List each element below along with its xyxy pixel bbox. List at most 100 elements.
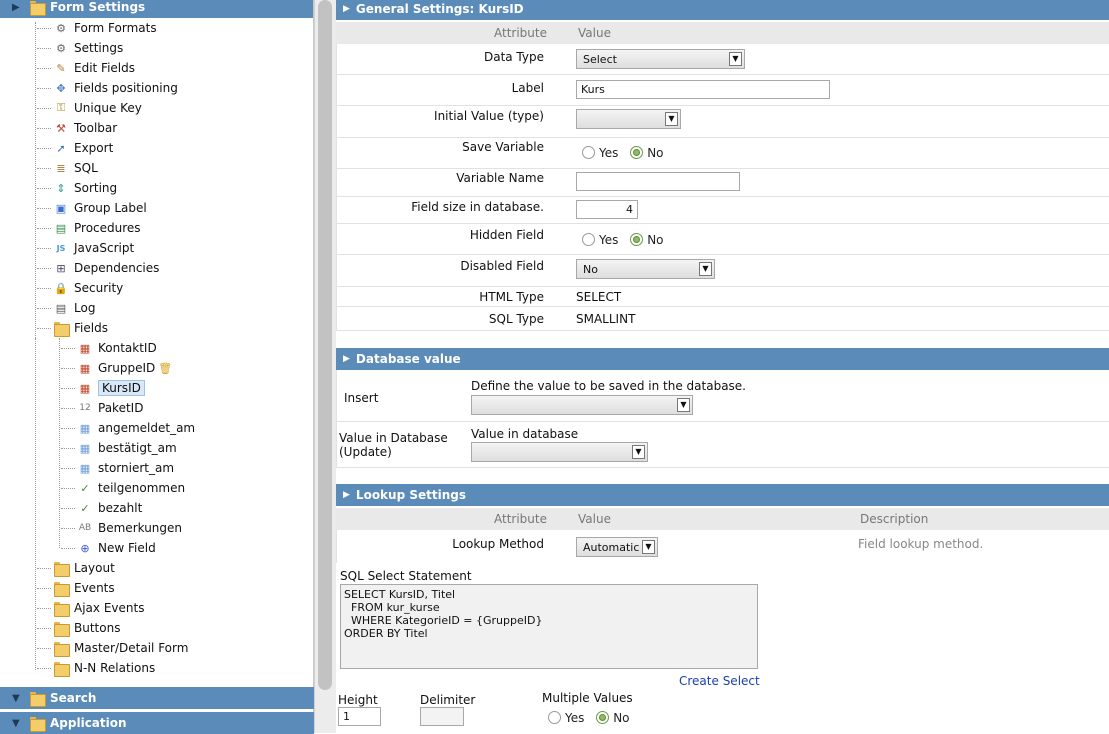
- tree-item[interactable]: ⚙ Settings: [54, 38, 123, 58]
- height-input[interactable]: 1: [338, 707, 381, 726]
- variable-name-input[interactable]: [576, 172, 740, 191]
- tree-item[interactable]: ⊕ New Field: [78, 538, 155, 558]
- tree-item[interactable]: ▦ GruppeID 🗑: [78, 358, 172, 378]
- data-type-select[interactable]: Select ▼: [576, 49, 745, 69]
- tree-item[interactable]: AB Bemerkungen: [78, 518, 182, 538]
- tree-item[interactable]: N-N Relations: [54, 658, 155, 678]
- folder-icon: [54, 561, 70, 577]
- collapse-triangle-icon: ▼: [12, 717, 20, 729]
- tree-item[interactable]: ✓ bezahlt: [78, 498, 142, 518]
- tree-item[interactable]: ▦ angemeldet_am: [78, 418, 195, 438]
- tree-item[interactable]: ⚒ Toolbar: [54, 118, 117, 138]
- tree-item[interactable]: Ajax Events: [54, 598, 144, 618]
- insert-select[interactable]: ▼: [471, 395, 693, 415]
- tree-item[interactable]: 12 PaketID: [78, 398, 143, 418]
- tree-item[interactable]: Events: [54, 578, 115, 598]
- folder-icon: [54, 601, 70, 617]
- tree-item[interactable]: JS JavaScript: [54, 238, 135, 258]
- scrollbar-thumb[interactable]: [318, 0, 332, 690]
- tree-item[interactable]: ⚿ Unique Key: [54, 98, 142, 118]
- tree-item-label: Dependencies: [74, 261, 160, 275]
- attr-label: Initial Value (type): [434, 109, 544, 123]
- tree-item[interactable]: ▣ Group Label: [54, 198, 147, 218]
- tree-item-label: Toolbar: [74, 121, 118, 135]
- row-disabled-field: Disabled Field No ▼: [336, 255, 1109, 287]
- tree-item[interactable]: ▤ Procedures: [54, 218, 141, 238]
- tree-item[interactable]: ✥ Fields positioning: [54, 78, 178, 98]
- tree-item[interactable]: Buttons: [54, 618, 120, 638]
- lookup-method-description: Field lookup method.: [858, 537, 984, 551]
- row-insert: Insert Define the value to be saved in t…: [336, 370, 1109, 422]
- section-header-lookup[interactable]: ▶ Lookup Settings: [336, 484, 1109, 506]
- sql-select-textarea[interactable]: SELECT KursID, Titel FROM kur_kurse WHER…: [340, 584, 758, 669]
- field-size-input[interactable]: 4: [576, 200, 638, 219]
- tree-item-label: angemeldet_am: [98, 421, 196, 435]
- tree-item[interactable]: ≣ SQL: [54, 158, 97, 178]
- tree-item-label: Ajax Events: [74, 601, 145, 615]
- tree-item[interactable]: ▤ Log: [54, 298, 96, 318]
- tree-item-label: JavaScript: [74, 241, 135, 255]
- tree-item[interactable]: ✓ teilgenommen: [78, 478, 185, 498]
- row-variable-name: Variable Name: [336, 169, 1109, 197]
- tree-header-application[interactable]: ▼ Application: [0, 712, 314, 734]
- tree-item[interactable]: ▦ storniert_am: [78, 458, 174, 478]
- tree-item[interactable]: ⊞ Dependencies: [54, 258, 159, 278]
- tree-item-label: Fields positioning: [74, 81, 178, 95]
- tree-panel: ▶ Form Settings ⚙ Form Formats ⚙ Settings ✎ E…: [0, 0, 314, 733]
- section-header-database-value[interactable]: ▶ Database value: [336, 348, 1109, 370]
- dropdown-arrow-icon: ▼: [642, 540, 655, 554]
- tree-item[interactable]: Layout: [54, 558, 115, 578]
- tree-item[interactable]: Master/Detail Form: [54, 638, 188, 658]
- sql-icon: ≣: [56, 161, 66, 175]
- attr-label: HTML Type: [479, 290, 544, 304]
- tree-item[interactable]: ➚ Export: [54, 138, 113, 158]
- update-select[interactable]: ▼: [471, 442, 648, 462]
- insert-description: Define the value to be saved in the data…: [471, 379, 746, 393]
- multiple-values-no-radio[interactable]: [596, 711, 610, 724]
- initial-value-select[interactable]: ▼: [576, 109, 681, 129]
- disabled-field-select[interactable]: No ▼: [576, 259, 715, 279]
- row-value-update: Value in Database (Update) Value in data…: [336, 422, 1109, 468]
- number-field-icon: 12: [79, 403, 91, 413]
- hidden-field-yes-radio[interactable]: [582, 233, 595, 246]
- hidden-field-no-radio[interactable]: [630, 233, 644, 246]
- delimiter-input[interactable]: [420, 707, 464, 726]
- tree-item[interactable]: Fields: [54, 318, 108, 338]
- lookup-method-select[interactable]: Automatic ▼: [576, 537, 658, 557]
- radio-label: Yes: [565, 710, 585, 725]
- tree-item[interactable]: ⚙ Form Formats: [54, 18, 157, 38]
- tree-item-label: N-N Relations: [74, 661, 156, 675]
- height-label: Height: [338, 693, 378, 707]
- expand-triangle-icon: ▶: [343, 490, 350, 500]
- expand-triangle-icon: ▶: [343, 354, 350, 364]
- label-input[interactable]: Kurs: [576, 80, 830, 99]
- row-save-variable: Save Variable Yes No: [336, 138, 1109, 169]
- delete-icon[interactable]: 🗑: [158, 362, 172, 375]
- attr-label: Hidden Field: [469, 228, 544, 242]
- tree-header-form-settings[interactable]: ▶ Form Settings: [0, 0, 313, 18]
- tree-item[interactable]: ✎ Edit Fields: [54, 58, 135, 78]
- date-field-icon: ▦: [79, 421, 91, 435]
- save-variable-yes-radio[interactable]: [582, 146, 595, 159]
- save-variable-no-radio[interactable]: [630, 146, 644, 159]
- tree-item-label: Sorting: [74, 181, 118, 195]
- delimiter-label: Delimiter: [420, 693, 476, 707]
- tree-header-label: Form Settings: [50, 0, 146, 14]
- tree-item[interactable]: ▦ KursID: [78, 378, 145, 398]
- tree-item[interactable]: ▦ bestätigt_am: [78, 438, 177, 458]
- create-select-link[interactable]: Create Select: [679, 674, 760, 688]
- insert-label: Insert: [344, 391, 379, 405]
- column-attribute: Attribute: [494, 512, 547, 526]
- radio-label: Yes: [599, 145, 619, 160]
- multiple-values-yes-radio[interactable]: [548, 711, 561, 724]
- section-header-general[interactable]: ▶ General Settings: KursID: [336, 0, 1109, 20]
- tree-item[interactable]: ⇕ Sorting: [54, 178, 117, 198]
- row-html-type: HTML Type SELECT: [336, 287, 1109, 307]
- tree-scrollbar[interactable]: [314, 0, 336, 733]
- tree-item[interactable]: 🔒 Security: [54, 278, 123, 298]
- tree-header-search[interactable]: ▼ Search: [0, 687, 314, 709]
- dependencies-icon: ⊞: [56, 261, 66, 275]
- select-field-icon: ▦: [79, 361, 91, 375]
- tree-item-label: Edit Fields: [74, 61, 136, 75]
- tree-item[interactable]: ▦ KontaktID: [78, 338, 157, 358]
